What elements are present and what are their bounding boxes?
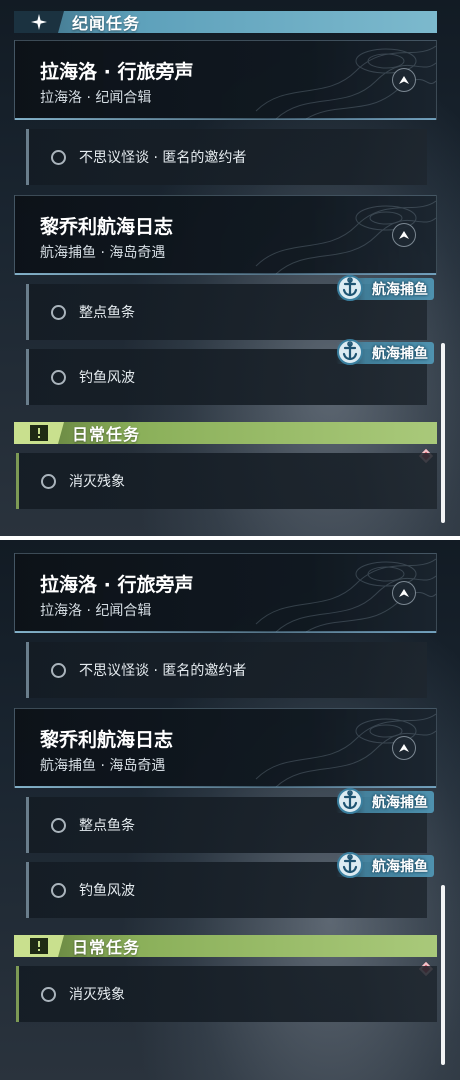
anchor-icon [337, 788, 363, 814]
quest-group-title: 拉海洛 · 行旅旁声 [40, 61, 194, 83]
chevron-up-icon [399, 76, 409, 84]
quest-group-card[interactable]: 黎乔利航海日志 航海捕鱼 · 海岛奇遇 [14, 195, 437, 275]
lore-section-header[interactable]: 纪闻任务 [14, 11, 437, 33]
quest-group-card[interactable]: 拉海洛 · 行旅旁声 拉海洛 · 纪闻合辑 [14, 40, 437, 120]
quest-panel-top: 纪闻任务 拉海洛 · 行旅旁声 拉海洛 · 纪闻合辑 不思议怪谈 · 匿名的邀约… [0, 0, 460, 540]
quest-label: 钓鱼风波 [79, 370, 135, 386]
quest-radio[interactable] [51, 150, 66, 165]
anchor-icon [337, 852, 363, 878]
fishing-tag: 航海捕鱼 [336, 788, 434, 814]
collapse-button[interactable] [392, 581, 416, 605]
daily-section-title: 日常任务 [72, 425, 141, 444]
quest-group-subtitle: 拉海洛 · 纪闻合辑 [40, 603, 152, 619]
anchor-icon [337, 339, 363, 365]
fishing-tag: 航海捕鱼 [336, 339, 434, 365]
quest-row[interactable]: 不思议怪谈 · 匿名的邀约者 [26, 642, 427, 698]
quest-radio[interactable] [51, 370, 66, 385]
daily-section-title: 日常任务 [72, 938, 141, 957]
quest-radio[interactable] [51, 883, 66, 898]
quest-label: 不思议怪谈 · 匿名的邀约者 [79, 663, 247, 679]
daily-section-header[interactable]: 日常任务 [14, 422, 437, 444]
quest-radio[interactable] [51, 818, 66, 833]
star-sparkle-icon [14, 11, 64, 33]
quest-group-subtitle: 拉海洛 · 纪闻合辑 [40, 90, 152, 106]
quest-group-title: 拉海洛 · 行旅旁声 [40, 574, 194, 596]
quest-label: 消灭残象 [69, 987, 125, 1003]
quest-label: 整点鱼条 [79, 305, 135, 321]
collapse-button[interactable] [392, 223, 416, 247]
quest-radio[interactable] [41, 474, 56, 489]
alert-box-icon [14, 935, 64, 957]
quest-group-card[interactable]: 黎乔利航海日志 航海捕鱼 · 海岛奇遇 [14, 708, 437, 788]
quest-group-title: 黎乔利航海日志 [40, 216, 174, 238]
chevron-up-icon [399, 589, 409, 597]
fishing-tag-label: 航海捕鱼 [372, 859, 428, 875]
quest-group-title: 黎乔利航海日志 [40, 729, 174, 751]
collapse-button[interactable] [392, 68, 416, 92]
quest-group-subtitle: 航海捕鱼 · 海岛奇遇 [40, 245, 166, 261]
quest-row[interactable]: 消灭残象 [16, 966, 437, 1022]
quest-label: 钓鱼风波 [79, 883, 135, 899]
quest-group-subtitle: 航海捕鱼 · 海岛奇遇 [40, 758, 166, 774]
quest-radio[interactable] [51, 663, 66, 678]
anchor-icon [337, 275, 363, 301]
quest-group-card[interactable]: 拉海洛 · 行旅旁声 拉海洛 · 纪闻合辑 [14, 553, 437, 633]
fishing-tag-label: 航海捕鱼 [372, 282, 428, 298]
quest-label: 消灭残象 [69, 474, 125, 490]
collapse-button[interactable] [392, 736, 416, 760]
scrollbar-thumb[interactable] [441, 343, 445, 523]
daily-section-header[interactable]: 日常任务 [14, 935, 437, 957]
quest-row[interactable]: 不思议怪谈 · 匿名的邀约者 [26, 129, 427, 185]
alert-box-icon [14, 422, 64, 444]
quest-row[interactable]: 消灭残象 [16, 453, 437, 509]
fishing-tag-label: 航海捕鱼 [372, 346, 428, 362]
fishing-tag: 航海捕鱼 [336, 275, 434, 301]
quest-label: 整点鱼条 [79, 818, 135, 834]
quest-radio[interactable] [51, 305, 66, 320]
quest-label: 不思议怪谈 · 匿名的邀约者 [79, 150, 247, 166]
fishing-tag: 航海捕鱼 [336, 852, 434, 878]
quest-panel-bottom: 拉海洛 · 行旅旁声 拉海洛 · 纪闻合辑 不思议怪谈 · 匿名的邀约者 黎乔利… [0, 540, 460, 1080]
scrollbar-thumb[interactable] [441, 885, 445, 1065]
chevron-up-icon [399, 231, 409, 239]
lore-section-title: 纪闻任务 [72, 14, 141, 33]
chevron-up-icon [399, 744, 409, 752]
quest-radio[interactable] [41, 987, 56, 1002]
fishing-tag-label: 航海捕鱼 [372, 795, 428, 811]
